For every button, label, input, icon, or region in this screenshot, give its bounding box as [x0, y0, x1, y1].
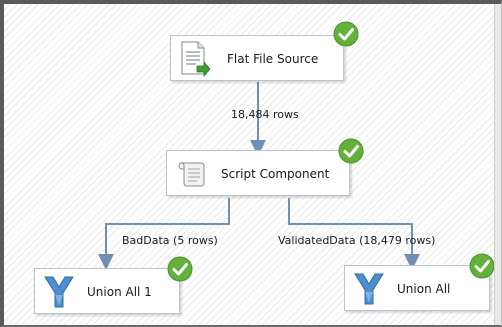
union-all-1-label: Union All 1 — [87, 285, 152, 299]
script-component[interactable]: Script Component — [166, 150, 350, 196]
union-all-icon — [43, 275, 75, 313]
path-label-bad-data: BadData (5 rows) — [122, 234, 218, 247]
path-validated-data[interactable] — [288, 198, 420, 270]
success-check-icon — [469, 253, 495, 279]
success-check-icon — [167, 256, 193, 282]
union-all-1-component[interactable]: Union All 1 — [34, 268, 180, 314]
flat-file-source-icon — [179, 40, 211, 82]
union-all-icon — [353, 272, 385, 310]
union-all-label: Union All — [397, 282, 451, 296]
path-bad-data[interactable] — [98, 198, 230, 270]
path-label-source-rows: 18,484 rows — [231, 108, 299, 121]
success-check-icon — [333, 21, 359, 47]
script-component-label: Script Component — [221, 167, 330, 181]
flat-file-source-component[interactable]: Flat File Source — [170, 35, 344, 81]
data-flow-design-surface[interactable]: 18,484 rows BadData (5 rows) ValidatedDa… — [0, 0, 502, 327]
path-label-validated-data: ValidatedData (18,479 rows) — [278, 234, 436, 247]
flat-file-source-label: Flat File Source — [227, 52, 319, 66]
success-check-icon — [338, 138, 364, 164]
vertical-scrollbar-edge[interactable] — [494, 4, 501, 325]
script-component-icon — [175, 159, 207, 193]
